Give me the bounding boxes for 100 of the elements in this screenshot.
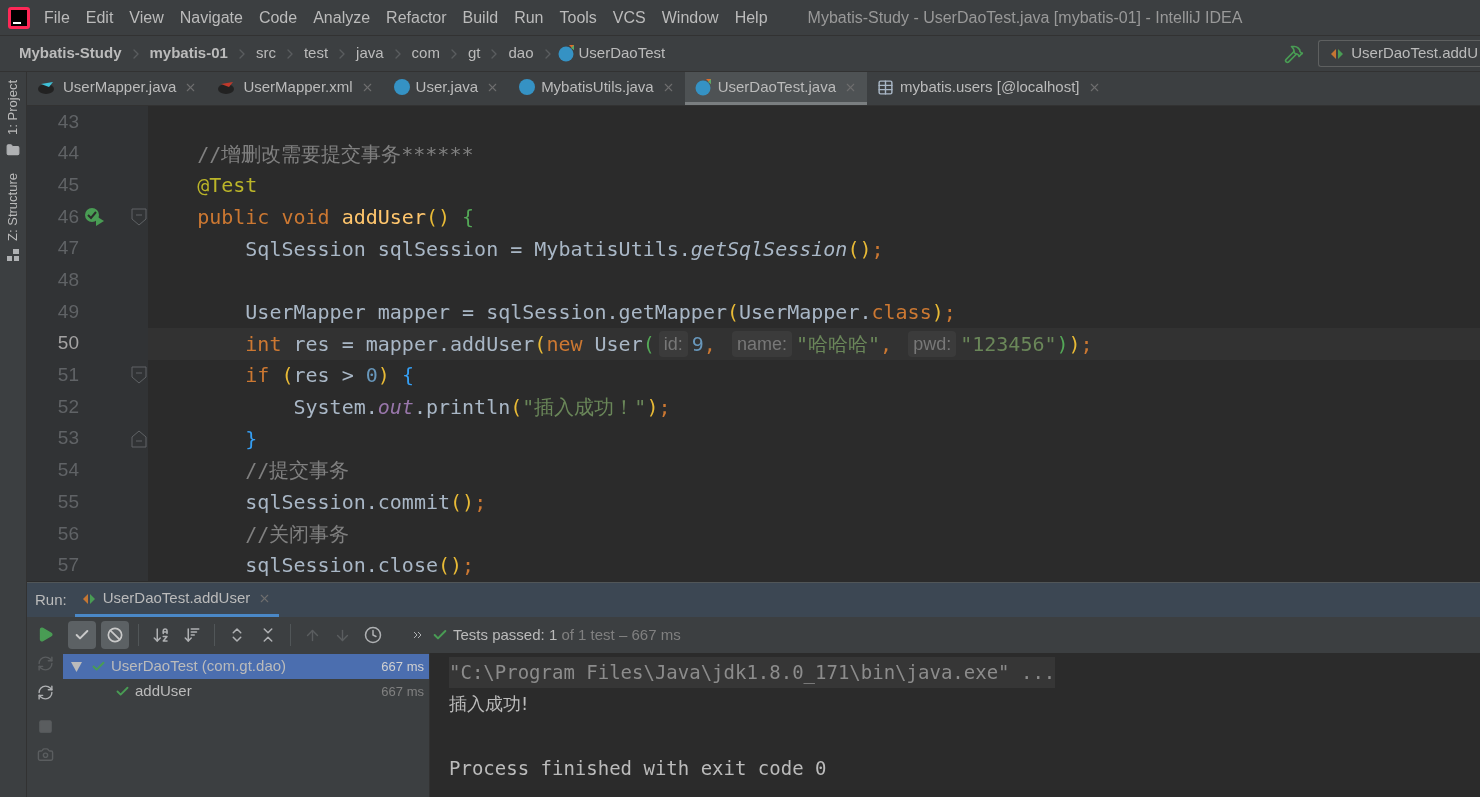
code-token: "插入成功！" [522,394,647,421]
code-token: int [244,330,282,357]
structure-icon [6,248,20,262]
menu-item[interactable]: Edit [77,5,122,30]
code-token: if [244,362,270,389]
run-config-icon [82,592,95,605]
code-token: () [438,552,463,579]
menu-item[interactable]: Refactor [378,5,455,30]
editor-tab[interactable]: UserMapper.java [27,72,208,105]
code-token: out [377,394,414,421]
toggle-auto-test-icon[interactable] [36,684,54,701]
code-token: ) [931,298,944,325]
line-number: 50 [56,331,79,356]
code-token: ; [474,489,487,516]
run-test-icon[interactable] [84,206,106,227]
code-token: System. [292,394,378,421]
sort-by-duration-icon[interactable] [183,626,201,644]
test-tree-item[interactable]: addUser 667 ms [63,679,429,704]
code-token: UserMapper. [739,298,872,325]
expand-arrow-icon[interactable] [71,661,82,672]
menu-item[interactable]: Navigate [171,5,251,30]
more-icon[interactable] [413,631,423,639]
sort-alphabetically-icon[interactable] [152,626,170,644]
editor-tab[interactable]: mybatis.users [@localhost] [867,72,1111,105]
menu-item[interactable]: Tools [551,5,605,30]
code-token: //增删改需要提交事务****** [196,140,474,167]
code-token: res > [293,362,355,389]
table-icon [877,78,895,96]
test-name: UserDaoTest (com.gt.dao) [111,656,287,677]
code-token: @Test [196,172,258,199]
code-token: class [871,298,932,325]
run-config-icon [1331,47,1344,60]
console-output: Process finished with exit code 0 [449,756,828,781]
fold-marker-icon[interactable] [131,207,147,226]
menu-item[interactable]: Window [653,5,727,30]
code-token: ) [1068,330,1081,357]
menu-item[interactable]: File [36,5,78,30]
menu-item[interactable]: Analyze [305,5,379,30]
menu-item[interactable]: Help [726,5,776,30]
breadcrumb[interactable]: Mybatis-Study [15,42,126,65]
editor-tab[interactable]: MybatisUtils.java [509,72,685,105]
breadcrumb[interactable]: src [251,42,280,65]
test-duration: 667 ms [381,682,424,701]
code-token: ( [726,298,739,325]
code-token: "123456" [960,330,1057,357]
tool-window-label[interactable]: Z: Structure [3,172,23,241]
camera-icon[interactable] [36,746,54,763]
code-token: ( [510,394,523,421]
stop-icon[interactable] [37,719,53,734]
run-config-dropdown[interactable]: UserDaoTest.addU [1318,40,1480,67]
code-token: { [461,203,475,230]
menu-item[interactable]: View [121,5,172,30]
code-token: ( [642,330,655,357]
fold-marker-icon[interactable] [131,366,147,385]
editor-tab[interactable]: User.java [383,72,510,105]
breadcrumb[interactable]: UserDaoTest [574,42,670,65]
passed-icon [91,659,106,674]
code-token: public void [196,203,331,230]
code-token: () [847,235,872,262]
code-token: //关闭事务 [244,520,350,547]
code-token: getSqlSession [690,235,848,262]
app-logo [8,6,30,29]
tool-window-label[interactable]: 1: Project [3,80,23,135]
rerun-failed-icon[interactable] [36,655,54,672]
breadcrumb[interactable]: test [299,42,333,65]
code-token: ; [658,394,671,421]
code-token: ; [462,552,475,579]
console-output: 插入成功! [449,692,530,716]
code-token: () [450,489,475,516]
editor-tab[interactable]: UserMapper.xml [207,72,384,105]
menu-item[interactable]: VCS [604,5,654,30]
breadcrumb[interactable]: dao [504,42,538,65]
code-token: , [703,330,717,357]
class-icon [519,79,536,95]
fold-marker-icon[interactable] [131,429,147,448]
build-icon[interactable] [1284,43,1305,64]
window-title: Mybatis-Study - UserDaoTest.java [mybatis-01] - IntelliJ IDEA [807,7,1243,28]
code-token: .println [413,394,511,421]
breadcrumb[interactable]: com [407,42,444,65]
history-icon[interactable] [364,626,382,644]
code-token: ) [1056,330,1069,357]
code-token: "哈哈哈" [795,330,881,357]
breadcrumb[interactable]: java [352,42,388,65]
show-passed-button[interactable] [68,621,96,649]
menu-item[interactable]: Build [454,5,507,30]
code-token: sqlSession.close [244,552,438,579]
code-token: addUser [341,203,426,230]
test-name: addUser [135,681,192,702]
breadcrumb[interactable]: gt [463,42,485,65]
menu-item[interactable]: Run [506,5,552,30]
editor-tab[interactable]: UserDaoTest.java [684,72,868,105]
test-tree-item[interactable]: UserDaoTest (com.gt.dao) 667 ms [63,654,429,679]
parameter-hint: id: [658,330,688,357]
class-icon [393,79,410,95]
menu-item[interactable]: Code [250,5,306,30]
parameter-hint: name: [731,330,792,357]
breadcrumb[interactable]: mybatis-01 [145,42,232,65]
show-ignored-button[interactable] [101,621,129,649]
code-token: ( [534,330,547,357]
test-duration: 667 ms [381,657,424,676]
